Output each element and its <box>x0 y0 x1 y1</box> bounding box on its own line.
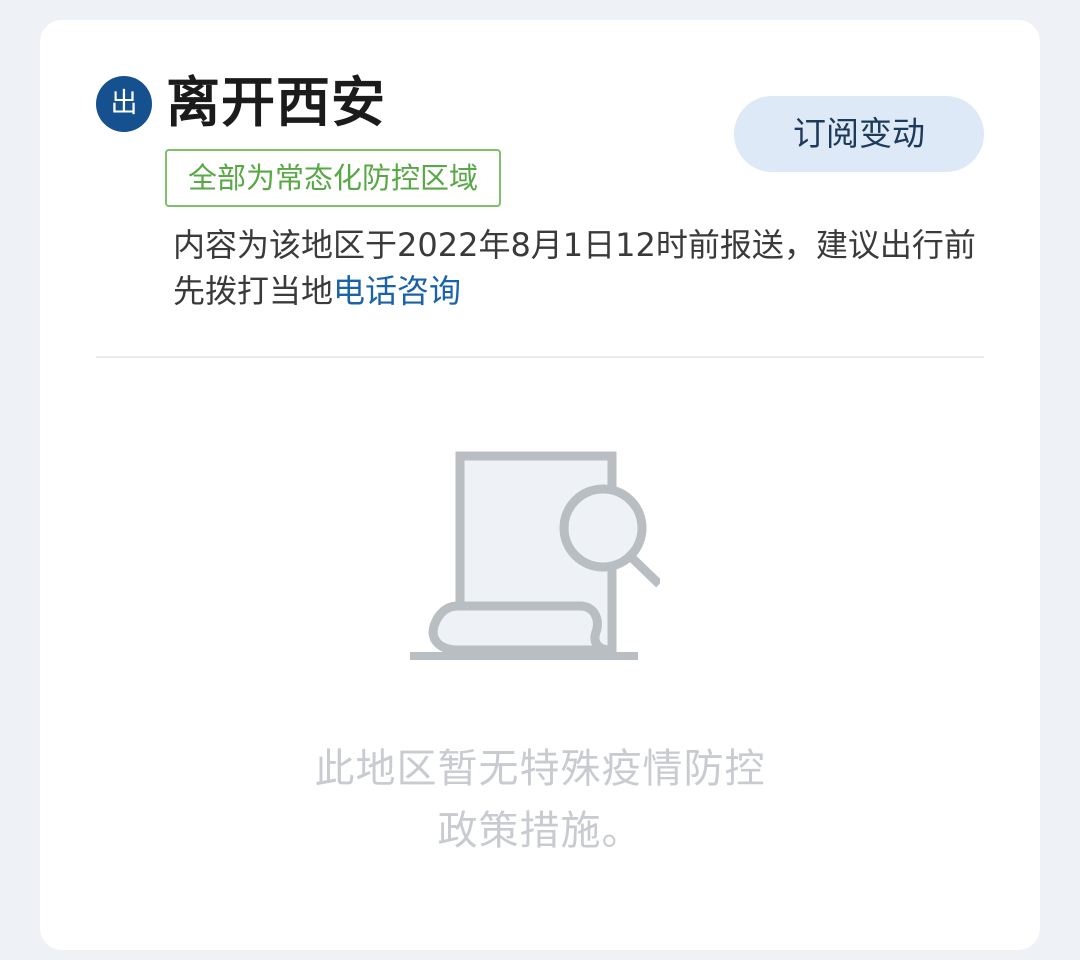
divider <box>96 356 984 358</box>
phone-consult-link[interactable]: 电话咨询 <box>333 272 461 310</box>
page-title: 离开西安 <box>166 71 386 134</box>
empty-state-line-2: 政策措施。 <box>437 808 643 854</box>
document-search-icon <box>410 451 660 660</box>
notice-text: 内容为该地区于2022年8月1日12时前报送，建议出行前先拨打当地电话咨询 <box>173 222 983 314</box>
empty-state-line-1: 此地区暂无特殊疫情防控 <box>314 746 766 792</box>
policy-card: 出 离开西安 订阅变动 全部为常态化防控区域 内容为该地区于2022年8月1日1… <box>40 20 1040 950</box>
zone-status-tag: 全部为常态化防控区域 <box>165 149 502 207</box>
notice-body: 内容为该地区于2022年8月1日12时前报送，建议出行前先拨打当地 <box>173 226 976 310</box>
subscribe-changes-button[interactable]: 订阅变动 <box>734 96 984 172</box>
empty-state-message: 此地区暂无特殊疫情防控 政策措施。 <box>40 738 1040 862</box>
departure-badge: 出 <box>96 76 152 132</box>
